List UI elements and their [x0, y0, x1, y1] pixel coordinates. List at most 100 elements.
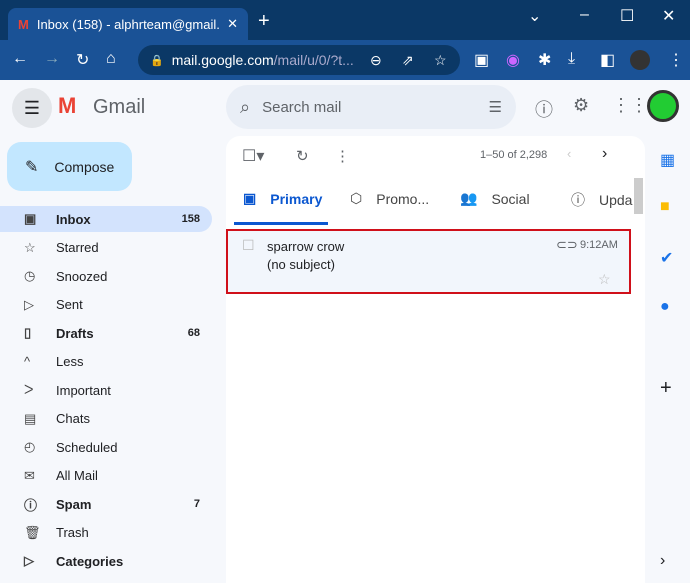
tab-promotions[interactable]: ⬡ Promo...: [350, 190, 429, 207]
sidebar-item-label: Drafts: [56, 325, 94, 341]
gmail-logo-text: Gmail: [93, 96, 146, 118]
extension-icon[interactable]: ▣: [474, 50, 489, 70]
settings-gear-icon[interactable]: ⚙: [573, 95, 589, 116]
search-placeholder: Search mail: [262, 98, 342, 116]
attachment-icon: ⊂⊃: [556, 237, 578, 252]
tab-label: Social: [491, 190, 530, 207]
forward-icon[interactable]: →: [44, 50, 60, 68]
add-addon-icon[interactable]: +: [660, 377, 672, 400]
select-all-checkbox[interactable]: ☐▾: [242, 146, 264, 166]
more-icon[interactable]: ⋮: [335, 147, 350, 165]
sidebar-item-important[interactable]: ᐳ Important: [0, 377, 212, 403]
puzzle-icon[interactable]: ✱: [538, 50, 551, 70]
sidebar-item-label: Inbox: [56, 211, 91, 227]
pagination-text: 1–50 of 2,298: [480, 149, 548, 161]
draft-icon: ▯: [24, 325, 32, 340]
tab-title: Inbox (158) - alphrteam@gmail.c: [36, 16, 220, 32]
sidebar-item-count: 68: [187, 327, 200, 339]
tasks-icon[interactable]: ✔: [660, 248, 673, 268]
sidebar-item-label: Categories: [56, 553, 124, 569]
email-checkbox[interactable]: ☐: [242, 237, 255, 254]
important-icon: ᐳ: [24, 382, 34, 397]
chevron-up-icon: ^: [24, 354, 31, 369]
sidebar-item-label: Sent: [56, 297, 83, 312]
new-tab-icon[interactable]: +: [258, 10, 270, 33]
label-icon: ▷: [24, 553, 34, 568]
back-icon[interactable]: ←: [12, 50, 28, 68]
compose-button[interactable]: ✎ Compose: [7, 142, 132, 191]
help-icon[interactable]: ⓘ: [535, 96, 553, 122]
main-menu-icon[interactable]: ☰: [12, 88, 52, 128]
sidebar-item-scheduled[interactable]: ◴ Scheduled: [0, 434, 212, 460]
sidebar-item-trash[interactable]: 🗑 Trash: [0, 520, 212, 546]
sidebar-item-inbox[interactable]: ▣ Inbox 158: [0, 206, 212, 232]
close-window-icon[interactable]: ✕: [662, 6, 675, 26]
apps-grid-icon[interactable]: ⋮⋮: [612, 95, 648, 116]
maximize-icon[interactable]: ☐: [620, 6, 634, 26]
email-time: 9:12AM: [580, 239, 618, 251]
menu-icon[interactable]: ⋮: [668, 50, 684, 70]
tab-social[interactable]: 👥 Social: [460, 190, 530, 207]
info-icon: ⓘ: [571, 192, 585, 208]
bookmark-star-icon[interactable]: ☆: [434, 52, 447, 69]
sidebar-item-label: Scheduled: [56, 439, 118, 455]
tag-icon: ⬡: [350, 190, 363, 206]
url-host: mail.google.com: [171, 52, 274, 68]
email-sender: sparrow crow: [267, 239, 345, 254]
extension-icon[interactable]: ◉: [506, 50, 520, 70]
next-page-icon[interactable]: ›: [602, 145, 607, 163]
account-avatar[interactable]: [647, 90, 679, 122]
refresh-icon[interactable]: ↻: [296, 147, 309, 165]
search-icon[interactable]: ⌕: [240, 97, 250, 118]
search-input[interactable]: ⌕ Search mail ☰: [226, 85, 516, 129]
tab-primary[interactable]: ▣ Primary: [243, 190, 322, 207]
sidebar-item-label: Chats: [56, 411, 90, 426]
home-icon[interactable]: ⌂: [106, 50, 116, 68]
gmail-favicon-icon: M: [18, 16, 29, 32]
sidebar-item-spam[interactable]: ⓘ Spam 7: [0, 491, 212, 517]
sidebar-item-categories[interactable]: ▷ Categories: [0, 548, 212, 574]
keep-icon[interactable]: ■: [660, 198, 670, 216]
url-path: /mail/u/0/?t...: [273, 52, 354, 68]
sidebar-item-snoozed[interactable]: ◷ Snoozed: [0, 263, 212, 289]
sidebar-item-chats[interactable]: ▤ Chats: [0, 406, 212, 432]
prev-page-icon[interactable]: ‹: [567, 146, 571, 161]
sidebar-item-label: Spam: [56, 496, 92, 512]
zoom-icon[interactable]: ⊖: [370, 52, 382, 69]
calendar-icon[interactable]: ▦: [660, 150, 675, 170]
lock-icon: 🔒: [150, 54, 164, 67]
contacts-icon[interactable]: ●: [660, 298, 670, 316]
email-subject: (no subject): [267, 257, 335, 272]
side-panel-icon[interactable]: ◧: [600, 50, 615, 70]
sidebar-item-sent[interactable]: ▷ Sent: [0, 292, 212, 318]
sidebar-item-less[interactable]: ^ Less: [0, 349, 212, 375]
url-field[interactable]: 🔒 mail.google.com/mail/u/0/?t... ⊖ ⇗ ☆: [138, 45, 460, 75]
profile-avatar[interactable]: [630, 50, 650, 70]
reload-icon[interactable]: ↻: [76, 50, 89, 70]
tab-updates[interactable]: ⓘ Upda: [571, 190, 633, 210]
scrollbar[interactable]: [634, 178, 643, 214]
email-row[interactable]: ☐ sparrow crow (no subject) ⊂⊃ 9:12AM ☆: [226, 229, 631, 294]
expand-panel-icon[interactable]: ›: [660, 552, 665, 570]
sidebar-item-label: Less: [56, 354, 84, 369]
tab-search-icon[interactable]: ⌄: [528, 6, 541, 26]
star-icon[interactable]: ☆: [598, 271, 611, 288]
share-icon[interactable]: ⇗: [402, 52, 414, 69]
all-mail-icon: ✉: [24, 467, 35, 483]
download-icon[interactable]: ⤓: [568, 50, 575, 68]
pencil-icon: ✎: [25, 158, 39, 176]
close-tab-icon[interactable]: ✕: [227, 16, 238, 32]
sidebar-item-starred[interactable]: ☆ Starred: [0, 235, 212, 261]
sidebar-item-label: Snoozed: [56, 268, 108, 284]
search-options-icon[interactable]: ☰: [489, 98, 502, 116]
tab-label: Promo...: [376, 190, 430, 207]
inbox-icon: ▣: [243, 190, 257, 206]
browser-tab[interactable]: M Inbox (158) - alphrteam@gmail.c ✕: [8, 8, 248, 40]
tab-label: Upda: [599, 192, 633, 208]
minimize-icon[interactable]: –: [580, 6, 589, 24]
sidebar-item-drafts[interactable]: ▯ Drafts 68: [0, 320, 212, 346]
sidebar-item-label: Trash: [56, 525, 89, 540]
gmail-logo-icon: M: [58, 93, 77, 118]
sidebar-item-all-mail[interactable]: ✉ All Mail: [0, 463, 212, 489]
active-tab-indicator: [234, 222, 328, 225]
